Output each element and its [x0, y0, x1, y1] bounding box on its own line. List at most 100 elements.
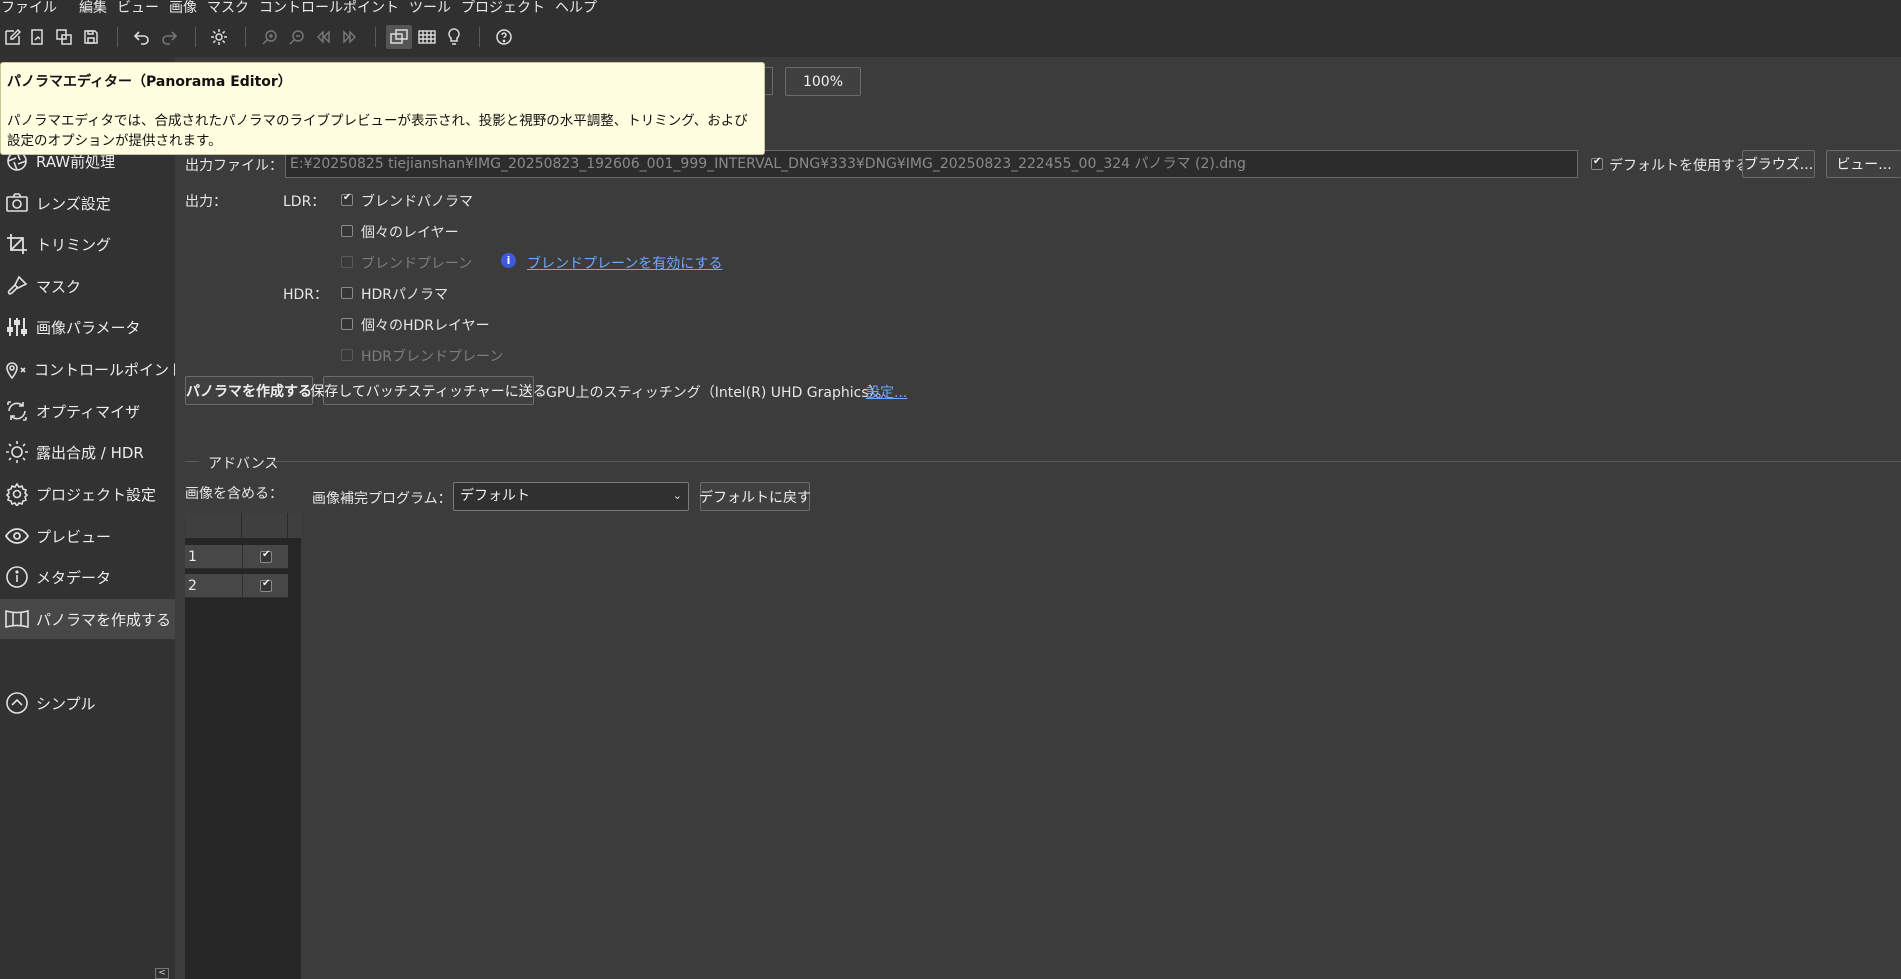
sidebar-item-label: 露出合成 / HDR [36, 443, 144, 462]
toolbar [0, 17, 1901, 57]
table-header-cell[interactable] [185, 513, 242, 538]
settings-icon[interactable] [206, 25, 232, 49]
sidebar-item-lens[interactable]: レンズ設定 [0, 183, 175, 223]
save-icon[interactable] [78, 25, 104, 49]
open-icon[interactable] [24, 25, 50, 49]
sidebar-item-preview[interactable]: プレビュー [0, 516, 175, 556]
sidebar-item-label: コントロールポイント [34, 360, 185, 379]
menu-image[interactable]: 画像 [165, 0, 203, 17]
info-icon [4, 564, 30, 590]
include-image-checkbox[interactable] [260, 578, 272, 592]
new-project-icon[interactable] [0, 25, 26, 49]
undo-icon[interactable] [129, 25, 155, 49]
advanced-section-title: アドバンス [208, 456, 279, 472]
toolbar-separator [117, 27, 118, 47]
create-panorama-button[interactable]: パノラマを作成する [185, 376, 313, 405]
help-icon[interactable] [491, 25, 517, 49]
panorama-icon [4, 606, 30, 632]
menu-edit[interactable]: 編集 [63, 0, 113, 17]
toolbar-separator [479, 27, 480, 47]
table-header-cell[interactable] [242, 513, 288, 538]
sidebar-item-image-params[interactable]: 画像パラメータ [0, 307, 175, 347]
sidebar-item-control-points[interactable]: コントロールポイント [0, 349, 184, 389]
table-header [185, 513, 301, 538]
hdr-label: HDR： [283, 287, 329, 303]
rewind-icon[interactable] [310, 25, 336, 49]
hdr-blend-plane-label: HDRブレンドプレーン [361, 349, 504, 365]
hdr-blend-plane-checkbox[interactable] [341, 349, 353, 361]
sidebar-item-metadata[interactable]: メタデータ [0, 557, 175, 597]
sidebar-item-create-panorama[interactable]: パノラマを作成する [0, 599, 175, 639]
blend-plane-checkbox[interactable] [341, 256, 353, 268]
blend-plane-label: ブレンドプレーン [361, 256, 473, 272]
sidebar-item-label: レンズ設定 [36, 194, 111, 213]
zoom-in-icon[interactable] [257, 25, 283, 49]
menu-file[interactable]: ファイル [0, 0, 63, 17]
interpolator-value: デフォルト [460, 488, 530, 504]
collapse-sidebar-button[interactable]: < [155, 968, 169, 979]
browse-button[interactable]: ブラウズ... [1742, 150, 1815, 178]
gpu-settings-link[interactable]: 設定... [866, 382, 907, 402]
use-default-checkbox[interactable] [1591, 156, 1603, 170]
sidebar-item-label: メタデータ [36, 568, 112, 587]
menu-help[interactable]: ヘルプ [551, 0, 603, 17]
sidebar-item-project-settings[interactable]: プロジェクト設定 [0, 474, 175, 514]
output-label: 出力： [185, 194, 227, 210]
map-pin-icon [4, 356, 28, 382]
main-panel: 100% 出力ファイル： E:¥20250825 tiejianshan¥IMG… [175, 57, 1901, 979]
interpolator-select[interactable]: デフォルト ⌄ [453, 482, 689, 511]
chevron-up-icon [4, 690, 30, 716]
gear-icon [4, 481, 30, 507]
toolbar-separator [195, 27, 196, 47]
sidebar-item-crop[interactable]: トリミング [0, 224, 175, 264]
tooltip-body: パノラマエディタでは、合成されたパノラマのライブプレビューが表示され、投影と視野… [7, 113, 748, 149]
sidebar-item-simple[interactable]: シンプル [0, 683, 175, 723]
include-images-label: 画像を含める： [185, 486, 283, 502]
menu-project[interactable]: プロジェクト [457, 0, 551, 17]
section-divider [185, 461, 199, 462]
table-row[interactable]: 2 [185, 574, 288, 598]
sidebar-item-mask[interactable]: マスク [0, 266, 175, 306]
interpolator-label: 画像補完プログラム： [312, 491, 452, 507]
individual-hdr-layers-checkbox[interactable] [341, 318, 353, 330]
images-table: 1 2 [185, 513, 301, 979]
view-button[interactable]: ビュー... [1826, 150, 1901, 178]
zoom-out-icon[interactable] [284, 25, 310, 49]
send-to-batch-button[interactable]: 保存してバッチスティッチャーに送る [310, 376, 547, 405]
copy-icon[interactable] [51, 25, 77, 49]
grid-icon[interactable] [414, 25, 440, 49]
hdr-panorama-label: HDRパノラマ [361, 287, 449, 303]
redo-icon[interactable] [156, 25, 182, 49]
optimize-icon [4, 398, 30, 424]
enable-blend-plane-link[interactable]: ブレンドプレーンを有効にする [527, 253, 722, 273]
sidebar-item-optimizer[interactable]: オプティマイザ [0, 391, 175, 431]
include-image-checkbox[interactable] [260, 549, 272, 563]
image-id: 1 [188, 549, 197, 565]
panorama-editor-icon[interactable] [386, 25, 412, 49]
menu-view[interactable]: ビュー [113, 0, 165, 17]
blend-panorama-label: ブレンドパノラマ [361, 194, 473, 210]
bulb-icon[interactable] [441, 25, 467, 49]
sidebar-item-label: プロジェクト設定 [36, 485, 157, 504]
menu-tools[interactable]: ツール [405, 0, 457, 17]
zoom-100-button[interactable]: 100% [785, 67, 861, 96]
brush-icon [4, 273, 30, 299]
sidebar-item-exposure-hdr[interactable]: 露出合成 / HDR [0, 432, 175, 472]
cell-divider [242, 545, 243, 569]
sidebar-item-label: 画像パラメータ [36, 318, 141, 337]
toolbar-separator [245, 27, 246, 47]
menu-mask[interactable]: マスク [203, 0, 255, 17]
sidebar-item-label: マスク [36, 277, 82, 296]
info-icon: i [501, 253, 516, 268]
individual-layers-checkbox[interactable] [341, 225, 353, 237]
blend-panorama-checkbox[interactable] [341, 192, 353, 206]
fast-forward-icon[interactable] [337, 25, 363, 49]
sun-icon [4, 439, 30, 465]
ldr-label: LDR： [283, 194, 326, 210]
image-id: 2 [188, 578, 197, 594]
hdr-panorama-checkbox[interactable] [341, 287, 353, 299]
gpu-status-text: GPU上のスティッチング（Intel(R) UHD Graphics）。 [546, 385, 890, 401]
table-row[interactable]: 1 [185, 545, 288, 569]
reset-default-button[interactable]: デフォルトに戻す [699, 482, 811, 511]
menu-control-points[interactable]: コントロールポイント [255, 0, 405, 17]
